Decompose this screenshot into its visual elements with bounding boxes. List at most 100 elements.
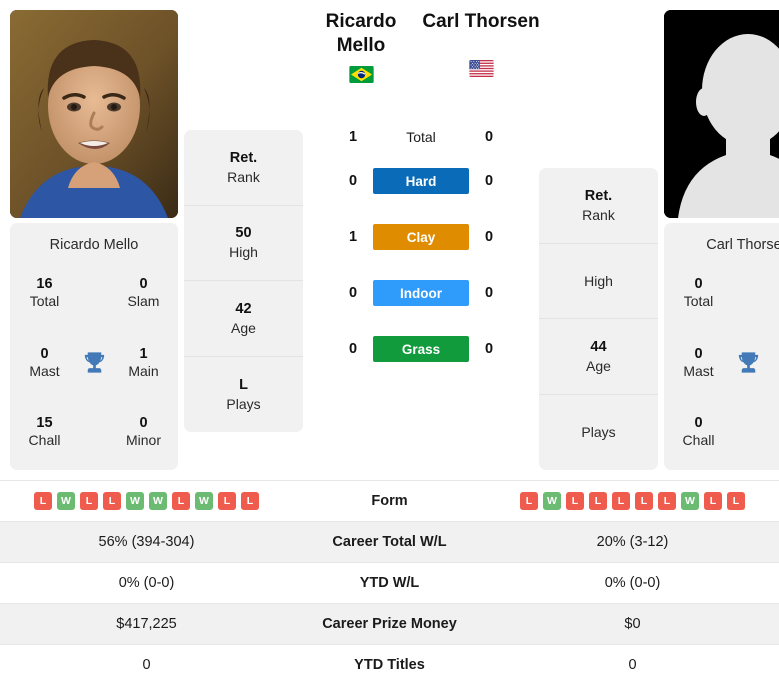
right-form-cell: LWLLLLLWLL	[486, 480, 779, 522]
right-stat-total-value: 0	[694, 276, 703, 293]
form-badge-l[interactable]: L	[704, 492, 722, 510]
right-stat-chall-value: 0	[694, 415, 703, 432]
right-career-wl-value: 20% (3-12)	[486, 521, 779, 563]
left-player-photo[interactable]	[10, 10, 178, 218]
left-stat-mast-label: Mast	[29, 362, 60, 379]
form-badge-l[interactable]: L	[520, 492, 538, 510]
form-badge-w[interactable]: W	[681, 492, 699, 510]
left-stat-minor-label: Minor	[125, 432, 161, 449]
left-player-name-line2: Mello	[336, 34, 386, 56]
right-info-age: 44 Age	[539, 319, 658, 395]
surface-row-hard: 0 Hard 0	[309, 153, 533, 209]
left-stat-main: 1 Main	[117, 345, 170, 381]
left-titles-grid: 16 Total 0 Slam 0 Mast 1 Main 15 Chall 0…	[18, 271, 170, 454]
surface-hard-bar[interactable]: Hard	[373, 168, 469, 194]
right-stat-slam: 0 Slam	[771, 275, 779, 311]
form-badge-l[interactable]: L	[727, 492, 745, 510]
surface-clay-bar[interactable]: Clay	[373, 224, 469, 250]
ytd-titles-label: YTD Titles	[293, 644, 486, 686]
form-badge-w[interactable]: W	[543, 492, 561, 510]
flag-brazil-icon	[348, 65, 374, 83]
left-stat-slam: 0 Slam	[117, 275, 170, 311]
form-badge-w[interactable]: W	[149, 492, 167, 510]
left-stat-minor: 0 Minor	[117, 414, 170, 450]
form-badge-l[interactable]: L	[80, 492, 98, 510]
table-row-ytd-titles: 0 YTD Titles 0	[0, 644, 779, 686]
table-row-career-prize-money: $417,225 Career Prize Money $0	[0, 603, 779, 645]
surface-indoor-bar[interactable]: Indoor	[373, 280, 469, 306]
left-info-high: 50 High	[184, 206, 303, 281]
form-badge-l[interactable]: L	[172, 492, 190, 510]
right-form-strip: LWLLLLLWLL	[486, 492, 779, 510]
left-stat-main-value: 1	[139, 345, 148, 362]
left-info-plays-value: L	[239, 376, 248, 393]
left-info-age-label: Age	[231, 319, 256, 336]
form-row-label: Form	[293, 480, 486, 522]
surface-comparison-column: Ricardo Mello Carl Thorsen 1 Total 0 0 H…	[309, 10, 540, 377]
right-info-high: High	[539, 244, 658, 319]
form-badge-l[interactable]: L	[34, 492, 52, 510]
right-stat-total: 0 Total	[672, 275, 725, 311]
right-stat-minor-value: 0	[771, 414, 779, 432]
left-ytd-titles-value: 0	[0, 644, 293, 686]
form-badge-l[interactable]: L	[658, 492, 676, 510]
form-badge-l[interactable]: L	[612, 492, 630, 510]
right-info-age-label: Age	[586, 357, 611, 374]
right-info-rank: Ret. Rank	[539, 168, 658, 244]
form-badge-w[interactable]: W	[195, 492, 213, 510]
left-stat-minor-value: 0	[139, 415, 148, 432]
right-player-name-block[interactable]: Carl Thorsen	[421, 10, 541, 77]
left-stat-total-value: 16	[36, 276, 53, 293]
left-info-card: Ret. Rank 50 High 42 Age L Plays	[184, 130, 303, 432]
right-info-plays-label: Plays	[581, 424, 616, 441]
table-row-career-wl: 56% (394-304) Career Total W/L 20% (3-12…	[0, 521, 779, 563]
surface-grass-left-value: 0	[348, 341, 358, 357]
left-info-rank-value: Ret.	[229, 149, 258, 166]
right-stat-chall: 0 Chall	[672, 414, 725, 450]
surface-clay-left-value: 1	[348, 229, 358, 245]
right-player-photo[interactable]	[664, 10, 779, 218]
trophy-icon	[725, 349, 771, 376]
left-prize-money-value: $417,225	[0, 603, 293, 645]
left-info-rank: Ret. Rank	[184, 130, 303, 206]
form-badge-w[interactable]: W	[57, 492, 75, 510]
left-stat-chall: 15 Chall	[18, 414, 71, 450]
left-info-high-label: High	[229, 244, 258, 261]
left-stat-slam-label: Slam	[127, 293, 160, 310]
form-badge-l[interactable]: L	[566, 492, 584, 510]
left-stat-main-label: Main	[128, 362, 159, 379]
left-info-plays-label: Plays	[226, 395, 261, 412]
surface-grass-bar[interactable]: Grass	[373, 336, 469, 362]
right-info-column: Ret. Rank High 44 Age Plays	[539, 10, 658, 470]
form-badge-l[interactable]: L	[589, 492, 607, 510]
right-player-titles-card: Carl Thorsen 0 Total 0 Slam 0 Mast	[664, 223, 779, 470]
right-info-high-label: High	[584, 272, 613, 289]
right-player-name-line1: Carl Thorsen	[422, 11, 540, 32]
prize-money-label: Career Prize Money	[293, 603, 486, 645]
right-stat-mast-label: Mast	[683, 362, 714, 379]
flag-usa-icon	[468, 59, 494, 77]
left-career-wl-value: 56% (394-304)	[0, 521, 293, 563]
surface-clay-right-value: 0	[484, 229, 494, 245]
form-badge-l[interactable]: L	[635, 492, 653, 510]
left-ytd-wl-value: 0% (0-0)	[0, 562, 293, 604]
left-player-card-name: Ricardo Mello	[49, 237, 139, 253]
surface-row-clay: 1 Clay 0	[309, 209, 533, 265]
right-ytd-titles-value: 0	[486, 644, 779, 686]
right-player-card-name: Carl Thorsen	[706, 237, 779, 253]
left-info-plays: L Plays	[184, 357, 303, 433]
surface-row-indoor: 0 Indoor 0	[309, 265, 533, 321]
right-stat-mast: 0 Mast	[672, 345, 725, 381]
left-stat-total: 16 Total	[18, 275, 71, 311]
form-badge-w[interactable]: W	[126, 492, 144, 510]
form-badge-l[interactable]: L	[218, 492, 236, 510]
left-player-name-block[interactable]: Ricardo Mello	[301, 10, 421, 83]
left-stat-chall-value: 15	[36, 415, 53, 432]
form-badge-l[interactable]: L	[241, 492, 259, 510]
player-comparison-header: Ricardo Mello 16 Total 0 Slam 0 Mast 1 M…	[0, 0, 779, 480]
form-badge-l[interactable]: L	[103, 492, 121, 510]
left-info-age-value: 42	[235, 300, 252, 317]
right-stat-main-label: Main	[771, 363, 779, 381]
right-stat-minor: 0 Minor	[771, 414, 779, 450]
left-stat-total-label: Total	[29, 293, 60, 310]
